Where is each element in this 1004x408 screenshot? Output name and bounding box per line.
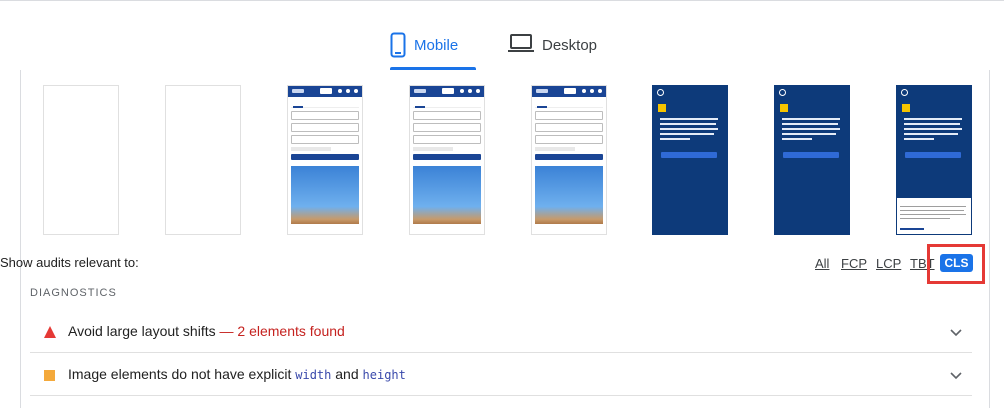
filmstrip-frame-promo-cookie [896, 85, 972, 235]
filmstrip-frame-app [409, 85, 485, 235]
filmstrip-frame-promo [652, 85, 728, 235]
code-height: height [362, 368, 406, 382]
filmstrip-frame-blank [165, 85, 241, 235]
annotation-highlight-box [927, 244, 985, 284]
audit-filter-label: Show audits relevant to: [0, 254, 139, 270]
audit-title: Avoid large layout shifts [68, 323, 216, 339]
filter-fcp[interactable]: FCP [841, 256, 867, 271]
audit-layout-shifts[interactable]: Avoid large layout shifts — 2 elements f… [30, 309, 972, 353]
audit-unsized-images[interactable]: Image elements do not have explicit widt… [30, 352, 972, 396]
filter-all[interactable]: All [815, 256, 829, 271]
audit-detail: — 2 elements found [219, 323, 345, 339]
chevron-down-icon[interactable] [950, 324, 962, 342]
audit-title: Image elements do not have explicit [68, 366, 296, 382]
filmstrip-frame-app [287, 85, 363, 235]
average-square-icon [44, 368, 55, 386]
diagnostics-heading: DIAGNOSTICS [30, 287, 117, 299]
filter-lcp[interactable]: LCP [876, 256, 901, 271]
filmstrip-frame-app [531, 85, 607, 235]
chevron-down-icon[interactable] [950, 367, 962, 385]
filmstrip [0, 0, 1004, 240]
audit-title-mid: and [331, 366, 363, 382]
filmstrip-frame-blank [43, 85, 119, 235]
warning-triangle-icon [44, 325, 56, 343]
code-width: width [295, 368, 332, 382]
filmstrip-frame-promo [774, 85, 850, 235]
